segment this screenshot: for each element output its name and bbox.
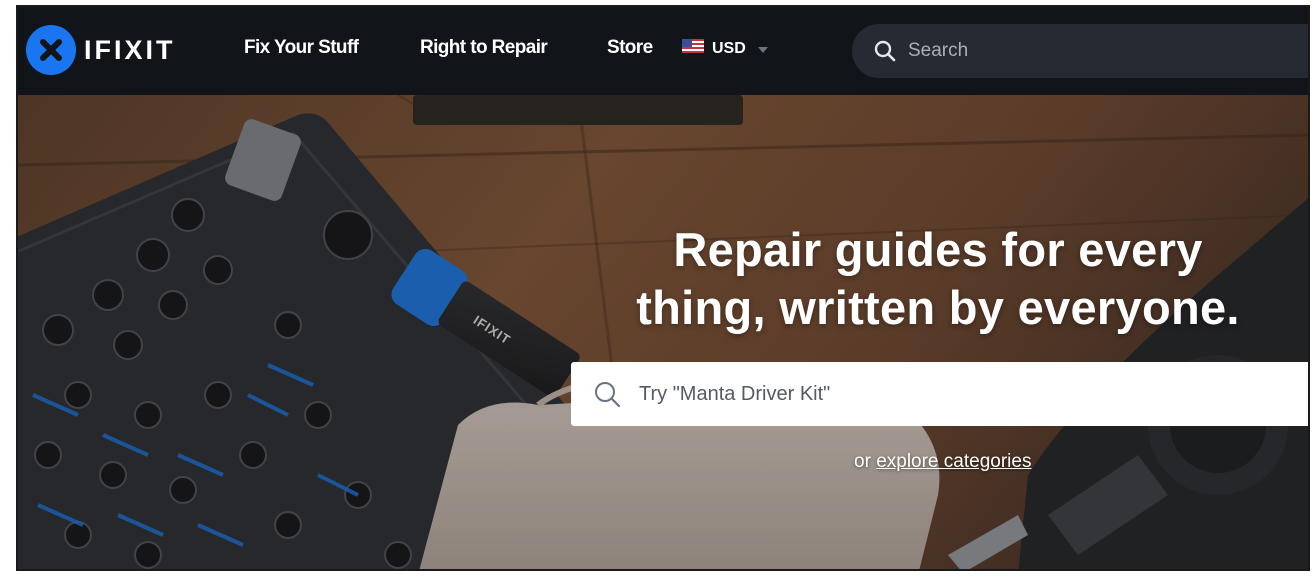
explore-prefix: or xyxy=(854,451,871,472)
hero-heading-line2: thing, written by everyone. xyxy=(636,281,1240,334)
nav-fix-your-stuff[interactable]: Fix Your Stuff xyxy=(244,37,359,59)
ifixit-logo[interactable]: IFIXIT xyxy=(26,25,176,75)
hero-search-bar[interactable] xyxy=(571,362,1308,426)
hero-heading: Repair guides for every thing, written b… xyxy=(558,221,1308,337)
header-search-bar[interactable] xyxy=(852,24,1308,78)
hero-search-input[interactable] xyxy=(637,381,1281,407)
explore-categories-link[interactable]: explore categories xyxy=(876,451,1031,472)
site-header: IFIXIT Fix Your Stuff Right to Repair St… xyxy=(18,7,1308,95)
nav-right-to-repair[interactable]: Right to Repair xyxy=(420,37,548,59)
ifixit-x-icon xyxy=(26,25,76,75)
search-icon xyxy=(874,40,896,62)
nav-store[interactable]: Store xyxy=(607,37,653,59)
hero-section: IFIXIT Repair guides for every thing, wr… xyxy=(18,95,1308,569)
currency-selector[interactable]: USD xyxy=(682,39,768,58)
logo-wordmark: IFIXIT xyxy=(84,34,176,65)
search-icon xyxy=(593,380,621,408)
hero-heading-line1: Repair guides for every xyxy=(673,223,1203,276)
explore-categories-line: or explore categories xyxy=(854,451,1031,473)
browser-viewport: IFIXIT Fix Your Stuff Right to Repair St… xyxy=(16,5,1310,571)
us-flag-icon xyxy=(682,39,704,58)
chevron-down-icon xyxy=(757,40,768,58)
header-search-input[interactable] xyxy=(906,39,1290,63)
currency-label: USD xyxy=(712,39,746,57)
